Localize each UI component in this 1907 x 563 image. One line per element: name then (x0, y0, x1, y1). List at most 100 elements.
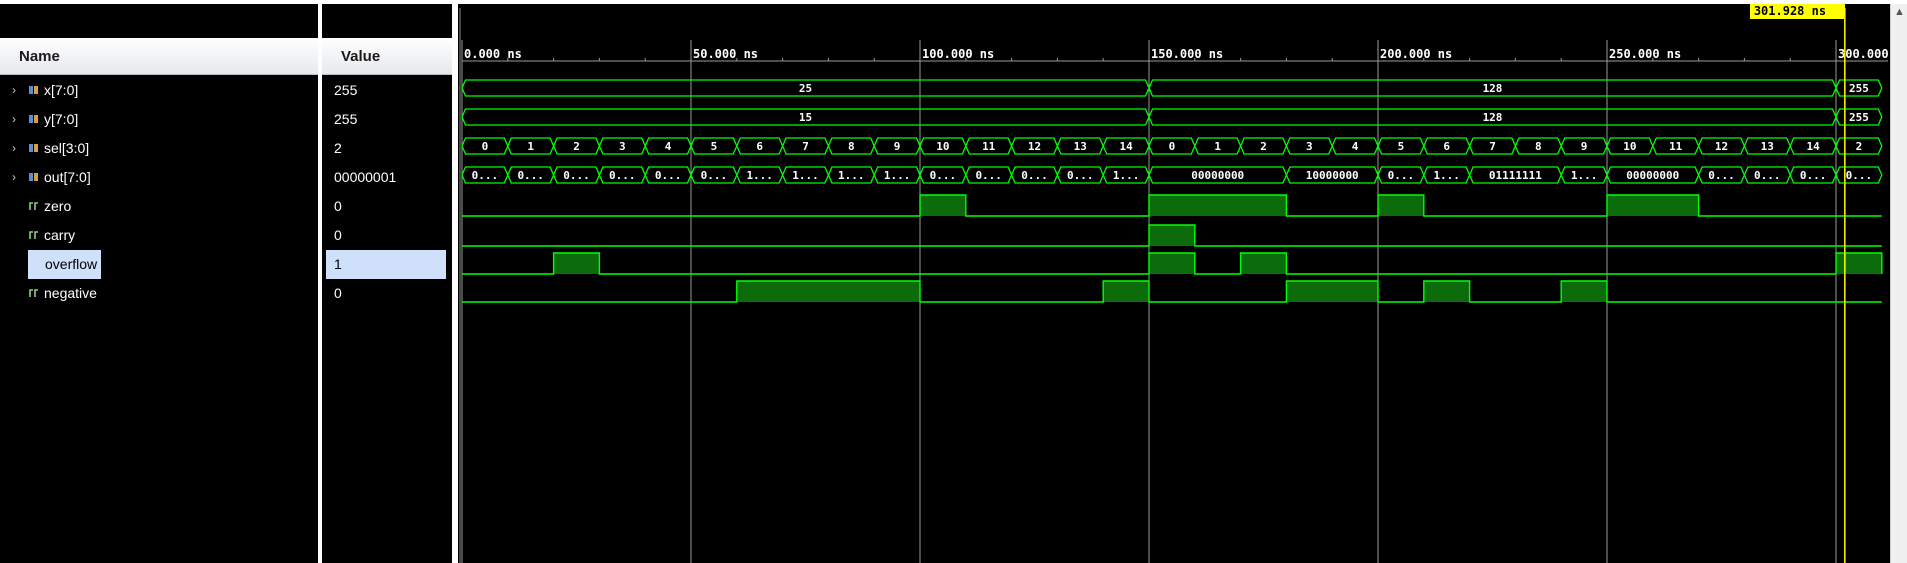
wave-out-segment: 0... (1835, 166, 1883, 184)
expand-chevron-icon[interactable]: › (12, 163, 16, 192)
expand-chevron-icon[interactable]: › (12, 134, 16, 163)
wave-out-segment: 1... (827, 166, 875, 184)
bus-value-label: 6 (1443, 140, 1450, 153)
bus-value-label: 12 (1715, 140, 1728, 153)
bus-value-label: 0... (1067, 169, 1094, 182)
bus-value-label: 0... (1388, 169, 1415, 182)
wave-sel-segment: 2 (1239, 137, 1288, 155)
signal-row-negative[interactable]: negative (0, 279, 318, 308)
time-tick-label: 250.000 ns (1609, 47, 1681, 61)
wave-out-segment: 1... (873, 166, 921, 184)
waveform-canvas[interactable]: 0.000 ns 50.000 ns 100.000 ns 150.000 ns 200… (458, 4, 1888, 563)
bus-value-label: 0... (609, 169, 636, 182)
wave-sel-segment: 14 (1789, 137, 1837, 155)
wave-out-segment: 0... (919, 166, 967, 184)
bus-value-label: 8 (1535, 140, 1542, 153)
pulse-fill (1149, 195, 1287, 216)
wave-y-segment: 255 (1835, 108, 1883, 126)
wave-x-segment: 128 (1148, 79, 1837, 97)
wave-carry (462, 224, 1882, 247)
wave-out-segment: 1... (1423, 166, 1471, 184)
signal-name: carry (44, 227, 76, 243)
bus-value-label: 1 (1214, 140, 1221, 153)
wave-out-segment: 01111111 (1468, 166, 1562, 184)
bus-value-label: 0... (1800, 169, 1827, 182)
wave-out-segment: 00000000 (1148, 166, 1288, 184)
bus-value-label: 2 (1856, 140, 1863, 153)
cursor-time-label[interactable]: 301.928 ns (1749, 4, 1845, 19)
signal-row-overflow[interactable]: overflow (0, 250, 318, 279)
wave-out-segment: 00000000 (1606, 166, 1700, 184)
pulse-fill (1607, 195, 1699, 216)
wave-out-segment: 0... (1010, 166, 1059, 184)
bus-value-label: 15 (799, 111, 812, 124)
wave-out-segment: 0... (644, 166, 692, 184)
wave-sel-segment: 3 (598, 137, 646, 155)
value-row-sel[interactable]: 2 (326, 134, 446, 163)
bus-value-label: 7 (1489, 140, 1496, 153)
bus-value-label: 1... (746, 169, 773, 182)
value-row-x[interactable]: 255 (326, 76, 446, 105)
signal-row-zero[interactable]: zero (0, 192, 318, 221)
bus-value-label: 8 (848, 140, 855, 153)
bus-value-label: 9 (894, 140, 901, 153)
bus-value-label: 25 (799, 82, 812, 95)
signal-name: negative (44, 285, 97, 301)
bus-value-label: 5 (711, 140, 718, 153)
bit-trace (462, 280, 1882, 303)
wave-x-segment: 25 (461, 79, 1150, 97)
expand-chevron-icon[interactable]: › (12, 76, 16, 105)
value-row-zero[interactable]: 0 (326, 192, 446, 221)
bus-value-label: 00000000 (1626, 169, 1679, 182)
wave-zero (462, 194, 1882, 217)
signal-row-out[interactable]: › out[7:0] (0, 163, 318, 192)
signal-value: 255 (334, 82, 358, 98)
wave-sel-segment: 3 (1285, 137, 1333, 155)
signal-name: y[7:0] (44, 111, 79, 127)
pulse-fill (1561, 281, 1607, 302)
signal-name: x[7:0] (44, 82, 79, 98)
wave-y-segment: 128 (1148, 108, 1837, 126)
bus-value-label: 4 (665, 140, 672, 153)
wave-out-segment: 10000000 (1285, 166, 1379, 184)
bus-value-label: 1... (1433, 169, 1460, 182)
signal-row-x[interactable]: › x[7:0] (0, 76, 318, 105)
value-row-overflow[interactable]: 1 (326, 250, 446, 279)
vertical-scrollbar[interactable]: ▲ (1890, 4, 1907, 563)
wave-out-segment: 1... (736, 166, 784, 184)
bus-value-label: 0... (1708, 169, 1735, 182)
name-column-header[interactable]: Name (0, 38, 318, 75)
bus-value-label: 255 (1849, 82, 1869, 95)
wave-sel-segment: 1 (1194, 137, 1242, 155)
bus-value-label: 5 (1398, 140, 1405, 153)
value-row-out[interactable]: 00000001 (326, 163, 446, 192)
signal-row-carry[interactable]: carry (0, 221, 318, 250)
value-column-header[interactable]: Value (322, 38, 452, 75)
wave-sel-segment: 2 (552, 137, 601, 155)
bus-value-label: 13 (1074, 140, 1087, 153)
pulse-fill (1378, 195, 1424, 216)
signal-row-sel[interactable]: › sel[3:0] (0, 134, 318, 163)
signal-row-y[interactable]: › y[7:0] (0, 105, 318, 134)
bus-value-label: 00000000 (1191, 169, 1244, 182)
bus-value-label: 11 (1669, 140, 1683, 153)
wave-out-segment: 0... (1789, 166, 1837, 184)
wave-out-segment: 0... (1056, 166, 1104, 184)
wave-out-segment: 0... (690, 166, 738, 184)
signal-value: 0 (334, 227, 342, 243)
wave-sel-segment: 10 (1606, 137, 1654, 155)
wave-out-segment: 0... (552, 166, 601, 184)
bus-value-label: 10 (936, 140, 949, 153)
wave-sel-segment: 9 (873, 137, 921, 155)
wave-out-segment: 1... (1560, 166, 1608, 184)
value-row-carry[interactable]: 0 (326, 221, 446, 250)
wave-out-segment: 0... (598, 166, 646, 184)
expand-chevron-icon[interactable]: › (12, 105, 16, 134)
value-row-y[interactable]: 255 (326, 105, 446, 134)
scroll-up-icon[interactable]: ▲ (1894, 6, 1905, 18)
signal-value: 2 (334, 140, 342, 156)
value-row-negative[interactable]: 0 (326, 279, 446, 308)
pulse-fill (1836, 253, 1882, 274)
wave-sel-segment: 12 (1010, 137, 1059, 155)
bus-value-label: 2 (573, 140, 580, 153)
